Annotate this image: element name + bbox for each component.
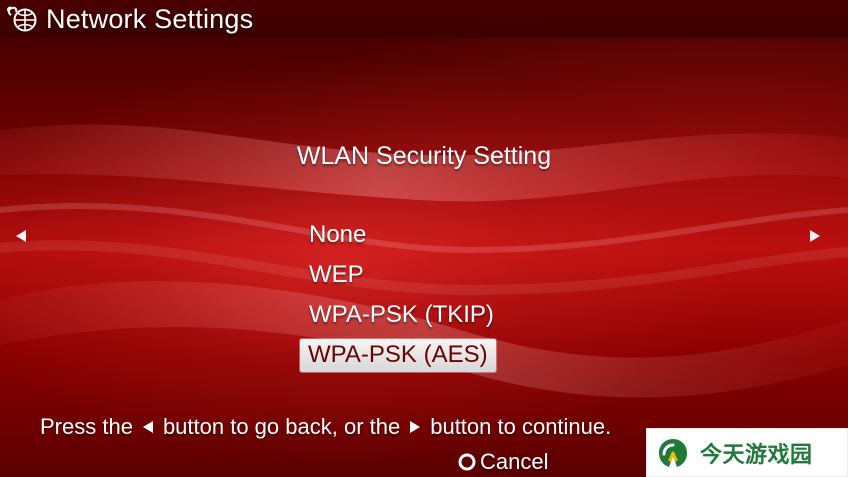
left-arrow-icon: [16, 230, 26, 242]
instructions-part-3: button to continue.: [430, 414, 612, 439]
top-header: Network Settings: [0, 0, 848, 38]
instructions-part-1: Press the: [40, 414, 133, 439]
instructions-part-2: button to go back, or the: [162, 414, 401, 439]
network-globe-icon: [7, 6, 37, 32]
right-arrow-icon: [810, 230, 820, 242]
dialog-title: WLAN Security Setting: [296, 142, 552, 170]
option-label: None: [309, 221, 367, 248]
option-label: WPA-PSK (TKIP): [309, 301, 494, 328]
psp-screen: Network Settings WLAN Security Setting N…: [0, 0, 848, 477]
circle-button-icon: [458, 453, 476, 471]
left-nav-arrow[interactable]: [10, 223, 32, 249]
cancel-hint[interactable]: Cancel: [456, 449, 548, 475]
option-wpa-psk-aes[interactable]: WPA-PSK (AES): [300, 335, 620, 375]
right-nav-arrow[interactable]: [804, 223, 826, 249]
watermark-logo-icon: [659, 438, 687, 467]
option-label-selected: WPA-PSK (AES): [300, 338, 496, 372]
site-watermark: 今天游戏园: [646, 428, 848, 477]
option-wep[interactable]: WEP: [300, 255, 620, 295]
option-label: WEP: [309, 261, 364, 288]
watermark-text: 今天游戏园: [700, 442, 813, 468]
right-button-icon: [410, 421, 421, 433]
left-button-icon: [142, 421, 153, 433]
security-options-list: None WEP WPA-PSK (TKIP) WPA-PSK (AES): [300, 215, 620, 375]
header-title: Network Settings: [46, 3, 254, 34]
cancel-label: Cancel: [480, 449, 549, 474]
option-none[interactable]: None: [300, 215, 620, 255]
option-wpa-psk-tkip[interactable]: WPA-PSK (TKIP): [300, 295, 620, 335]
